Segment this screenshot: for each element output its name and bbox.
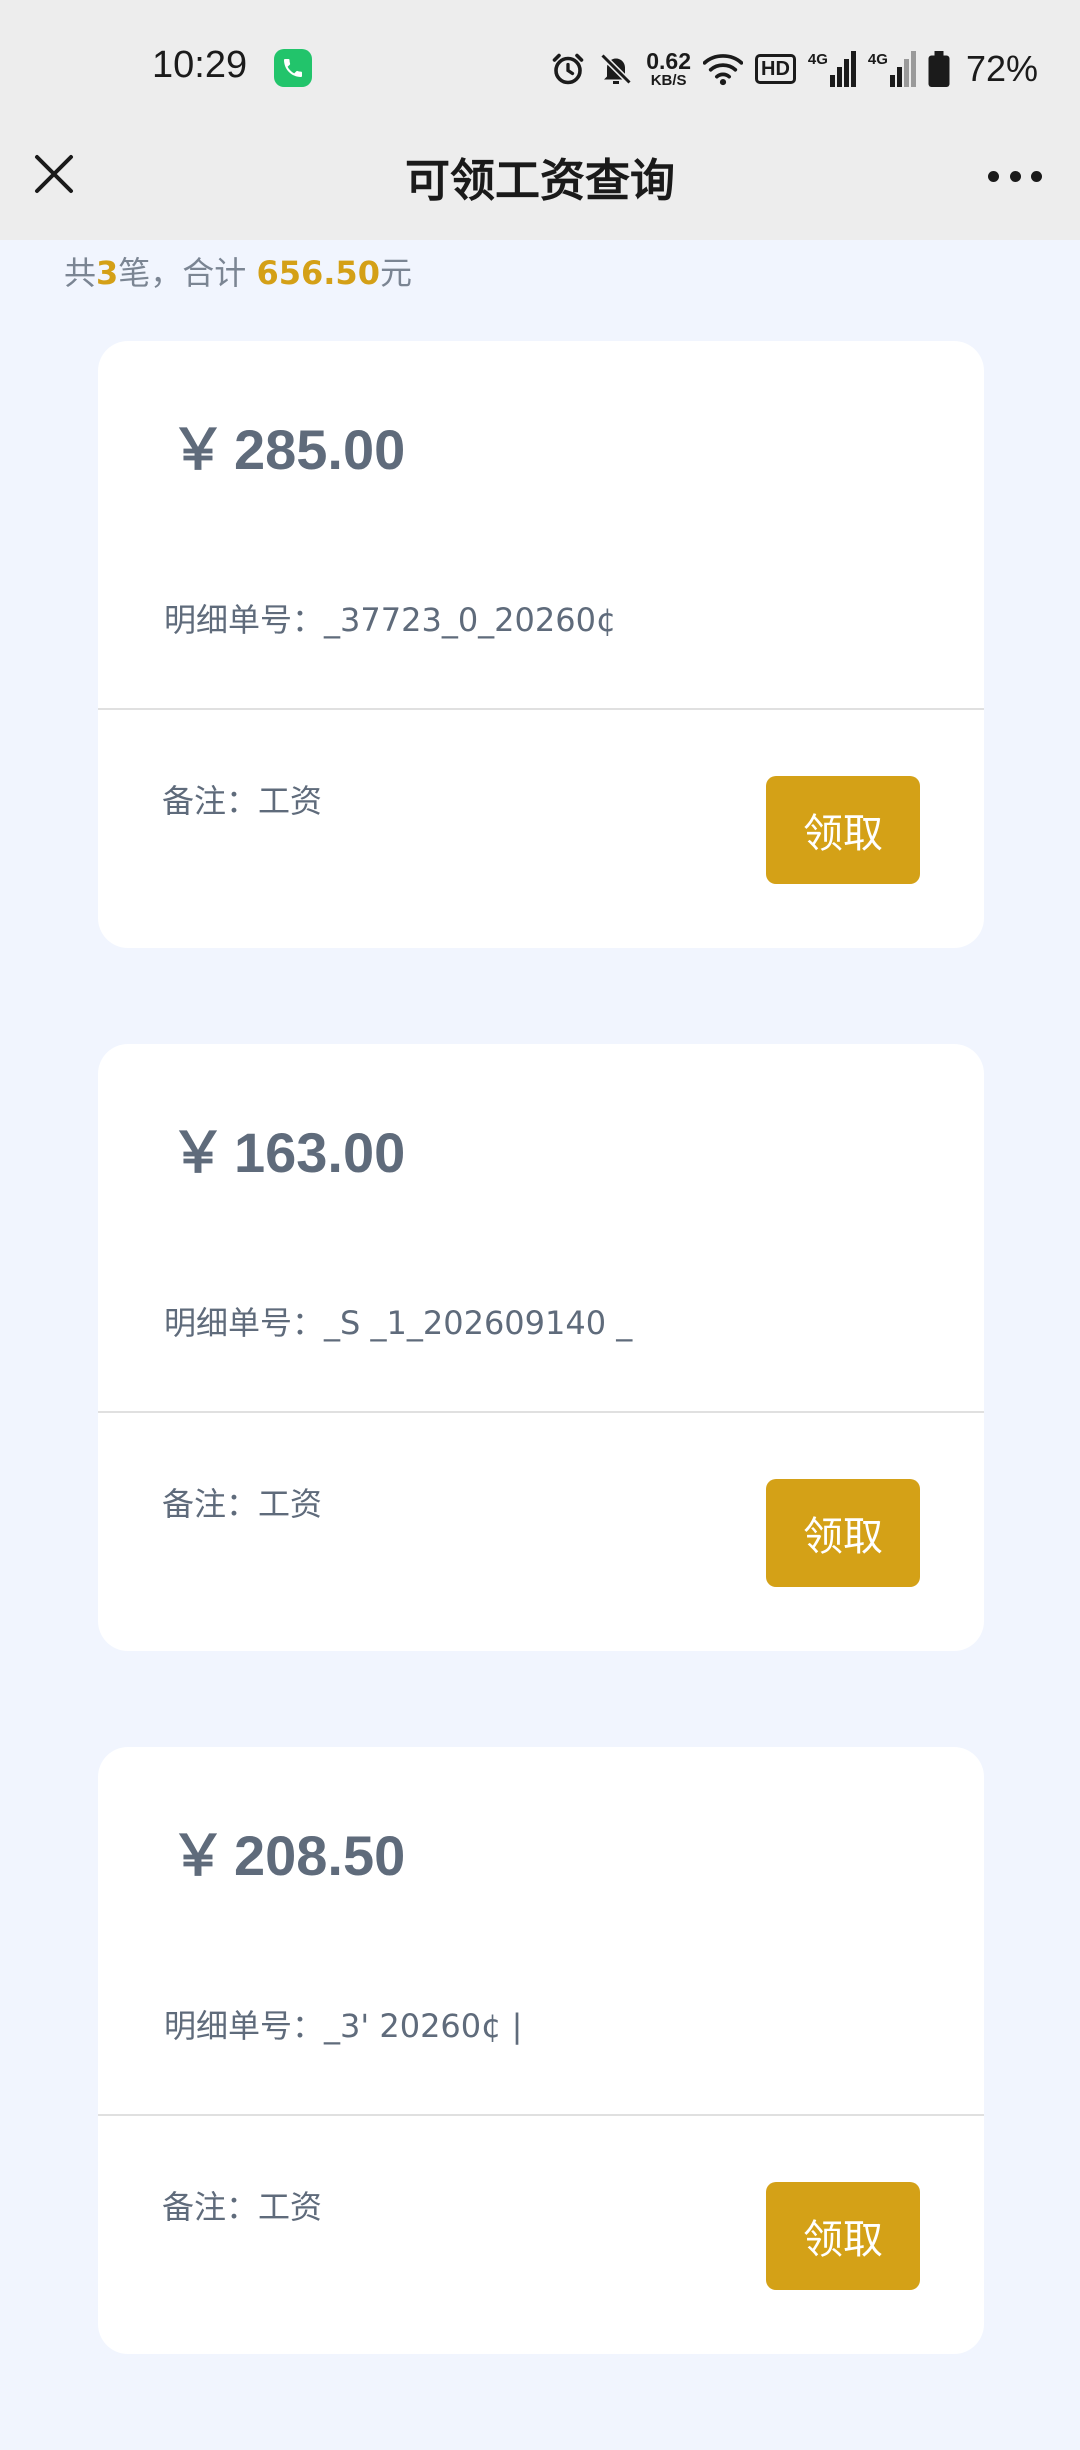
more-dots-icon[interactable]: [988, 168, 1042, 184]
claim-button[interactable]: 领取: [766, 776, 920, 884]
summary-suffix: 元: [379, 254, 412, 292]
nav-bar: 可领工资查询: [0, 136, 1080, 240]
detail-number: 明细单号：_S _1_202609140 _: [164, 1298, 632, 1344]
currency-symbol: ￥: [170, 418, 226, 481]
detail-value: _37723_0_20260¢: [324, 601, 617, 639]
remark-text: 备注：工资: [162, 782, 323, 820]
salary-amount: ￥ 285.00: [170, 405, 405, 486]
remark-text: 备注：工资: [162, 1485, 323, 1523]
salary-card-list: ￥ 285.00 明细单号：_37723_0_20260¢ 备注：工资 领取 ￥ 1…: [98, 341, 984, 2450]
card-divider: [98, 2114, 984, 2116]
signal-icon-sim2: 4G: [868, 51, 916, 87]
status-bar: 10:29 0.62 KB/S HD 4G 4G 72%: [0, 0, 1080, 136]
detail-number: 明细单号：_3' 20260¢ |: [164, 2001, 522, 2047]
battery-icon: [928, 51, 950, 87]
page-title: 可领工资查询: [404, 154, 675, 207]
net-speed-value: 0.62: [646, 48, 692, 74]
net-speed-unit: KB/S: [650, 72, 687, 89]
wifi-icon: [703, 54, 744, 86]
sim1-network-type: 4G: [807, 51, 828, 68]
detail-value: _S _1_202609140 _: [324, 1304, 633, 1342]
status-time: 10:29: [152, 44, 248, 86]
sim2-network-type: 4G: [867, 51, 888, 68]
signal-icon: 4G: [808, 51, 856, 87]
remark-text: 备注：工资: [162, 2188, 323, 2226]
salary-amount: ￥ 208.50: [170, 1811, 405, 1892]
amount-value: 163.00: [234, 1121, 406, 1184]
salary-amount: ￥ 163.00: [170, 1108, 405, 1189]
salary-card: ￥ 285.00 明细单号：_37723_0_20260¢ 备注：工资 领取: [98, 341, 984, 948]
card-divider: [98, 708, 984, 710]
claim-button[interactable]: 领取: [766, 1479, 920, 1587]
summary-count: 3: [96, 254, 119, 292]
summary-middle: 笔，合计: [118, 254, 257, 292]
amount-value: 285.00: [234, 418, 406, 481]
status-icons: 0.62 KB/S HD 4G 4G 72%: [550, 44, 1038, 94]
salary-card: ￥ 208.50 明细单号：_3' 20260¢ | 备注：工资 领取: [98, 1747, 984, 2354]
hd-icon: HD: [755, 54, 796, 84]
call-icon[interactable]: [274, 49, 312, 87]
battery-percent: 72%: [965, 48, 1038, 89]
amount-value: 208.50: [234, 1824, 406, 1887]
detail-label: 明细单号：: [164, 2007, 325, 2045]
mute-bell-icon: [600, 53, 632, 85]
summary-prefix: 共: [64, 254, 97, 292]
detail-number: 明细单号：_37723_0_20260¢: [164, 595, 616, 641]
detail-value: _3' 20260¢ |: [324, 2007, 523, 2045]
detail-label: 明细单号：: [164, 601, 325, 639]
summary-line: 共3笔，合计 656.50元: [64, 248, 412, 294]
currency-symbol: ￥: [170, 1121, 226, 1184]
net-speed: 0.62 KB/S: [646, 48, 692, 89]
detail-label: 明细单号：: [164, 1304, 325, 1342]
claim-button[interactable]: 领取: [766, 2182, 920, 2290]
summary-total: 656.50: [256, 254, 380, 292]
alarm-icon: [552, 53, 584, 85]
card-divider: [98, 1411, 984, 1413]
salary-card: ￥ 163.00 明细单号：_S _1_202609140 _ 备注：工资 领取: [98, 1044, 984, 1651]
currency-symbol: ￥: [170, 1824, 226, 1887]
